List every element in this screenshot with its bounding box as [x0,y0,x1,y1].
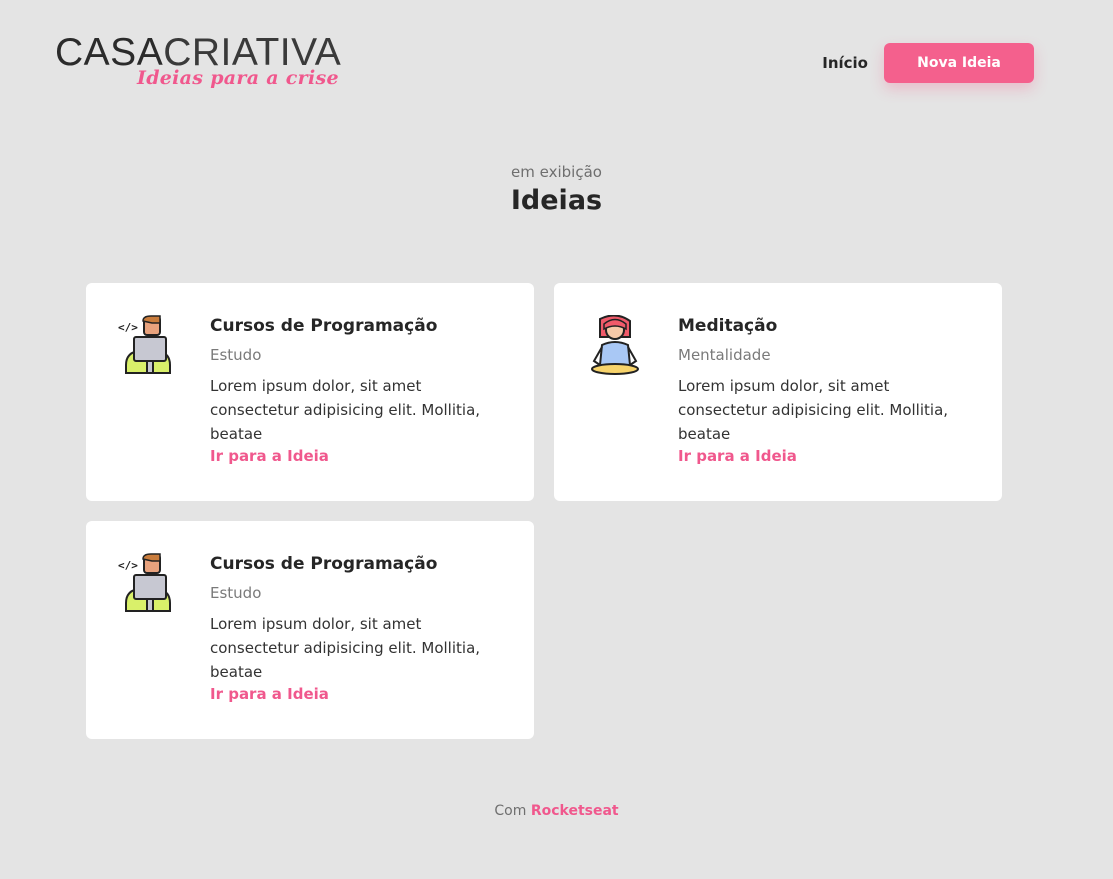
footer-prefix: Com [494,803,531,819]
idea-card: Meditação Mentalidade Lorem ipsum dolor,… [554,283,1002,501]
idea-description: Lorem ipsum dolor, sit amet consectetur … [210,615,481,681]
footer-brand-link[interactable]: Rocketseat [531,803,619,819]
idea-title: Cursos de Programação [210,316,438,336]
idea-card-body: Cursos de Programação Estudo Lorem ipsum… [210,554,514,703]
idea-card-body: Meditação Mentalidade Lorem ipsum dolor,… [678,316,982,465]
idea-link[interactable]: Ir para a Ideia [210,685,329,703]
ideas-list: </> Cursos de Programação Estudo Lorem i… [86,283,1002,739]
svg-text:</>: </> [118,559,138,572]
idea-card-body: Cursos de Programação Estudo Lorem ipsum… [210,316,514,465]
idea-title: Meditação [678,316,778,336]
idea-card: </> Cursos de Programação Estudo Lorem i… [86,521,534,739]
idea-category: Estudo [210,346,262,364]
idea-title: Cursos de Programação [210,554,438,574]
section-title: Ideias [510,185,603,216]
section-header: em exibição Ideias [0,163,1113,216]
idea-link[interactable]: Ir para a Ideia [210,447,329,465]
nav: Início Nova Ideia [822,43,1034,83]
new-idea-button[interactable]: Nova Ideia [884,43,1034,83]
idea-description: Lorem ipsum dolor, sit amet consectetur … [210,377,481,443]
idea-category: Mentalidade [678,346,771,364]
footer: Com Rocketseat [0,803,1113,819]
logo[interactable]: CASACRIATIVA Ideias para a crise [55,33,355,93]
logo-tagline: Ideias para a crise [137,67,339,89]
nav-link-home[interactable]: Início [822,54,868,72]
idea-card: </> Cursos de Programação Estudo Lorem i… [86,283,534,501]
programmer-icon: </> [118,553,178,613]
meditation-icon [586,314,646,375]
section-pretitle: em exibição [511,163,602,181]
idea-category: Estudo [210,584,262,602]
idea-description: Lorem ipsum dolor, sit amet consectetur … [678,377,949,443]
programmer-icon: </> [118,315,178,375]
idea-link[interactable]: Ir para a Ideia [678,447,797,465]
svg-text:</>: </> [118,321,138,334]
